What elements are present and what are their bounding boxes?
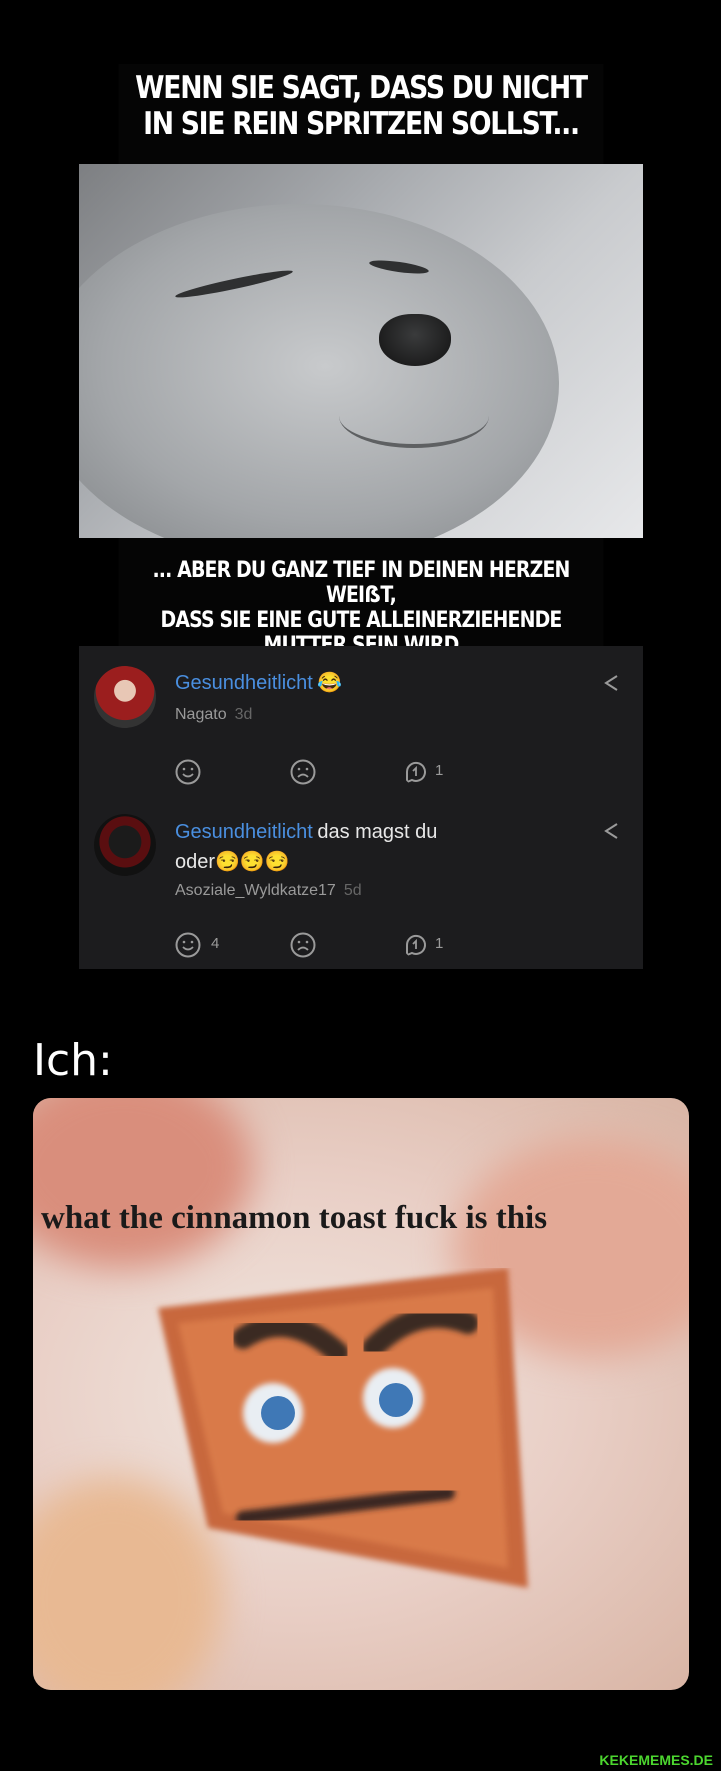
avatar[interactable]: [94, 666, 156, 728]
top-caption-line1: WENN SIE SAGT, DASS DU NICHT: [135, 70, 588, 106]
comment-age: 3d: [234, 706, 253, 723]
comment-actions: 4 1: [175, 932, 475, 962]
reply-icon[interactable]: [403, 932, 429, 958]
comment-age: 5d: [343, 882, 362, 899]
mention-link[interactable]: Gesundheitlicht: [175, 821, 313, 843]
comment-text-continued: oder: [175, 851, 216, 873]
comment-actions: 1: [175, 759, 475, 789]
comment-author[interactable]: Nagato: [175, 706, 227, 723]
top-caption-line2: IN SIE REIN SPRITZEN SOLLST...: [143, 106, 580, 142]
comment-emoji: 😏😏😏: [215, 851, 290, 873]
cinnamon-toast-image: what the cinnamon toast fuck is this: [33, 1098, 689, 1690]
meme-post: WENN SIE SAGT, DASS DU NICHT IN SIE REIN…: [79, 64, 643, 969]
bottom-caption-line1: ... ABER DU GANZ TIEF IN DEINEN HERZEN W…: [152, 558, 570, 608]
like-count: 4: [211, 935, 220, 952]
reply-count: 1: [435, 935, 444, 952]
comments-panel: Gesundheitlicht 😂 Nagato 3d 1 Gesundheit…: [79, 646, 643, 969]
comment-author[interactable]: Asoziale_Wyldkatze17: [175, 882, 336, 899]
reaction-meme-text: what the cinnamon toast fuck is this: [41, 1200, 548, 1236]
frown-icon[interactable]: [290, 932, 316, 958]
reply-count: 1: [435, 762, 444, 779]
meme-top-caption: WENN SIE SAGT, DASS DU NICHT IN SIE REIN…: [118, 64, 604, 164]
watermark[interactable]: KEKEMEMES.DE: [599, 1752, 713, 1768]
reaction-heading: Ich:: [33, 1035, 113, 1086]
share-icon[interactable]: [601, 820, 623, 842]
comment-emoji: 😂: [317, 672, 343, 694]
mention-link[interactable]: Gesundheitlicht: [175, 672, 313, 694]
seal-image: [79, 164, 643, 538]
share-icon[interactable]: [601, 672, 623, 694]
meme-bottom-caption: ... ABER DU GANZ TIEF IN DEINEN HERZEN W…: [118, 538, 604, 658]
comment-text: das magst du: [317, 821, 438, 843]
watermark-bar: KEKEMEMES.DE: [0, 1752, 721, 1771]
bottom-caption-line2: DASS SIE EINE GUTE ALLEINERZIEHENDE: [160, 608, 562, 633]
smile-icon[interactable]: [175, 932, 201, 958]
reply-icon[interactable]: [403, 759, 429, 785]
angry-toast-illustration: [158, 1268, 528, 1588]
avatar[interactable]: [94, 814, 156, 876]
frown-icon[interactable]: [290, 759, 316, 785]
smile-icon[interactable]: [175, 759, 201, 785]
